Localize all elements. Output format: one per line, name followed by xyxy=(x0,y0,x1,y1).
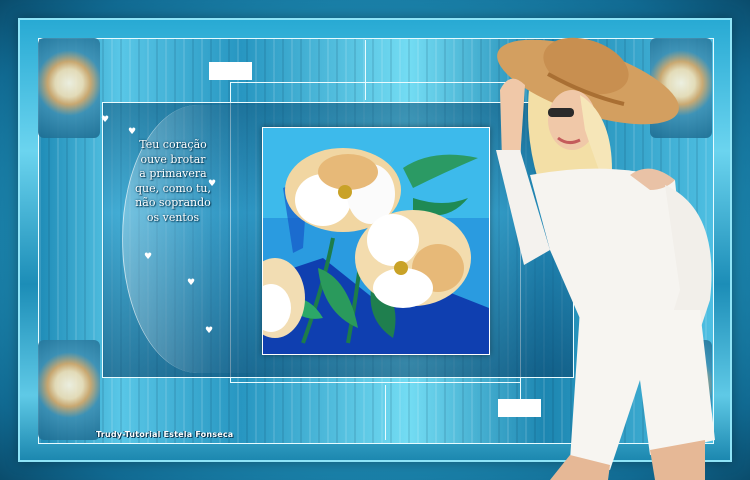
heart-icon: ♥ xyxy=(205,326,214,336)
poem-line: os ventos xyxy=(146,210,200,224)
woman-figure xyxy=(496,37,715,480)
heart-icon: ♥ xyxy=(208,179,217,189)
poem-line: ouve brotar xyxy=(140,152,206,166)
heart-icon: ♥ xyxy=(144,252,153,262)
flower-painting-art xyxy=(263,128,489,354)
white-tag-top xyxy=(209,62,252,80)
heart-icon: ♥ xyxy=(101,115,110,125)
decor-line-mid-bottom xyxy=(385,385,386,440)
corner-flower-bottom-left xyxy=(38,340,100,440)
decor-line-mid-top xyxy=(365,40,366,100)
heart-icon: ♥ xyxy=(187,278,196,288)
poem-line: Teu coração xyxy=(139,138,207,151)
flower-painting xyxy=(262,127,490,355)
scrap-artwork: Teu coração ouve brotar a primavera que,… xyxy=(0,0,750,480)
poem-line: não soprando xyxy=(135,196,211,209)
decor-line-bottom xyxy=(230,382,520,383)
corner-flower-top-left xyxy=(38,38,100,138)
heart-icon: ♥ xyxy=(128,127,137,137)
credit-text: Trudy-Tutorial Estela Fonseca xyxy=(96,430,234,439)
